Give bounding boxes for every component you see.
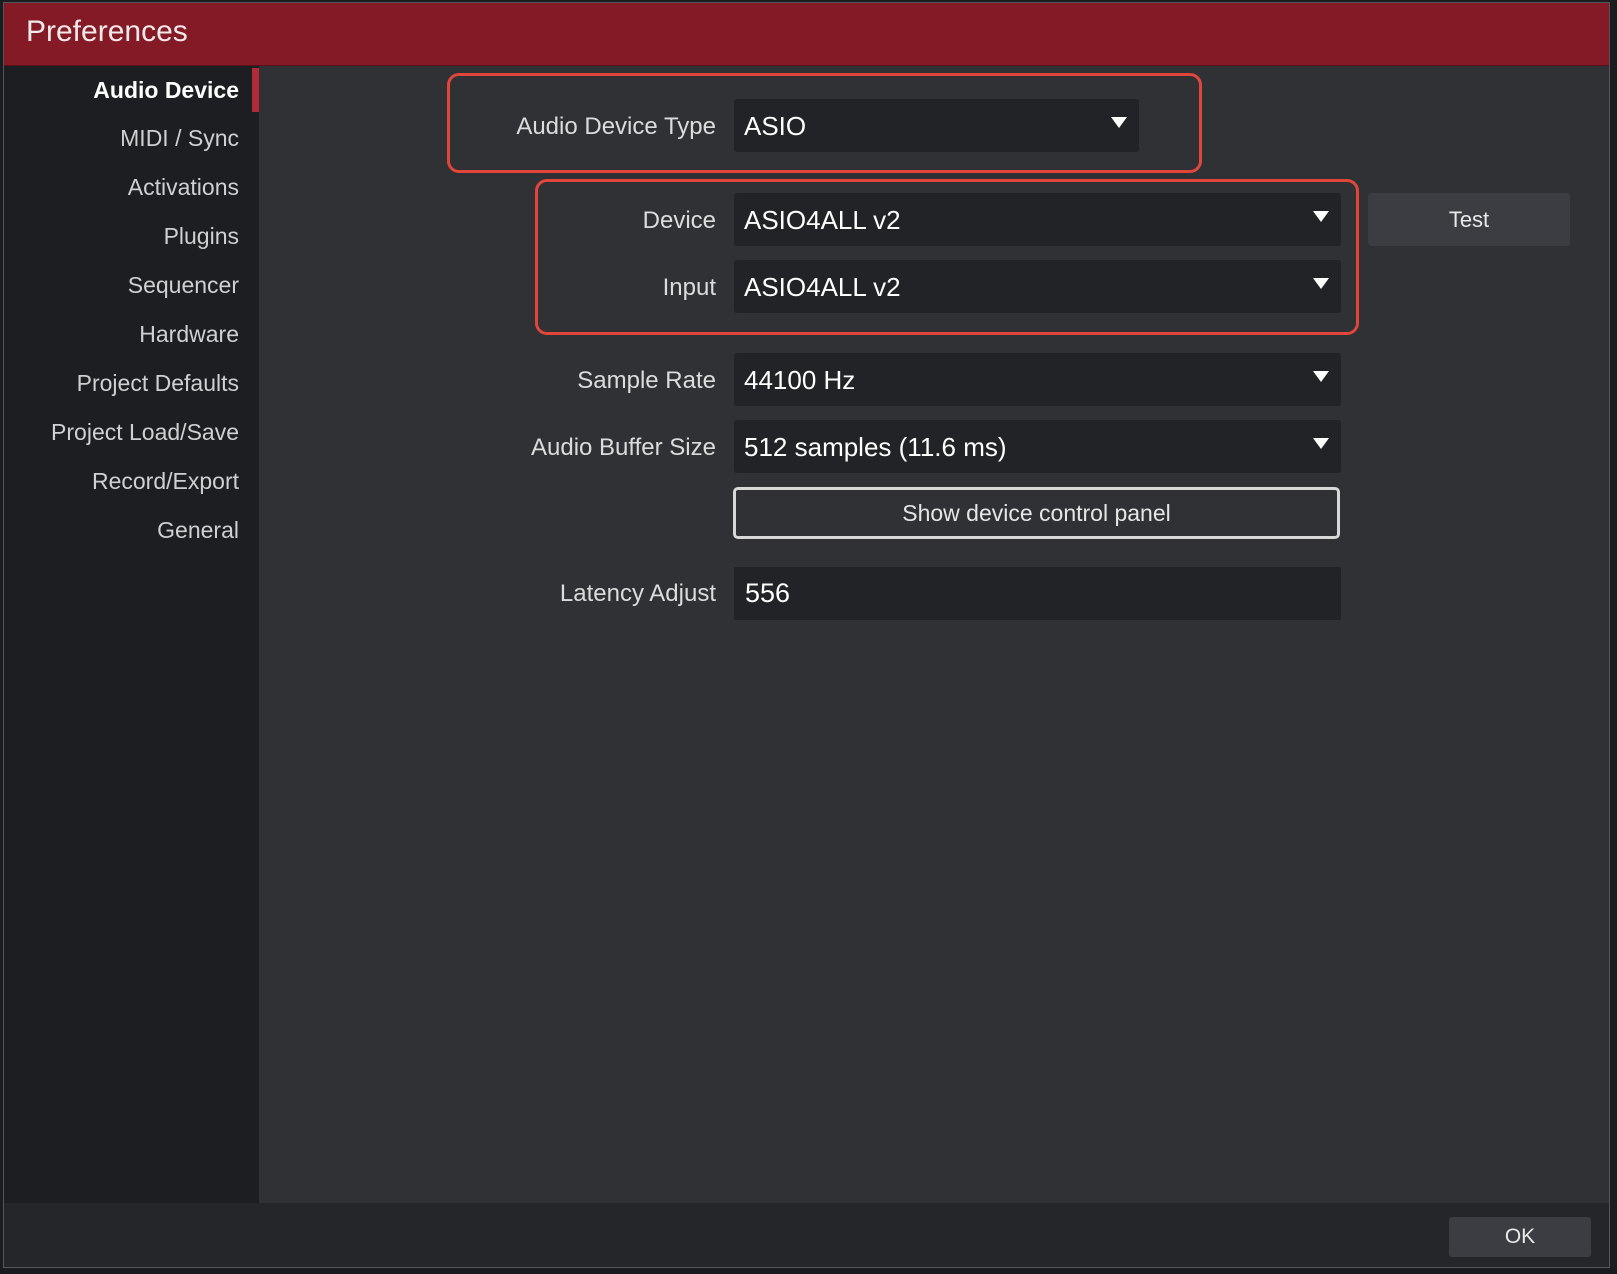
preferences-window: Preferences Audio Device MIDI / Sync Act… [3, 2, 1610, 1268]
sidebar-item-plugins[interactable]: Plugins [9, 216, 239, 256]
sample-rate-value: 44100 Hz [744, 365, 856, 395]
title-bar[interactable]: Preferences [4, 3, 1609, 66]
sample-rate-label: Sample Rate [577, 367, 716, 394]
chevron-down-icon [1313, 438, 1329, 449]
ok-button[interactable]: OK [1449, 1217, 1591, 1257]
sidebar-item-activations[interactable]: Activations [9, 167, 239, 207]
chevron-down-icon [1111, 117, 1127, 128]
test-button[interactable]: Test [1368, 193, 1570, 246]
sidebar-item-general[interactable]: General [9, 510, 239, 550]
chevron-down-icon [1313, 371, 1329, 382]
show-device-control-panel-button[interactable]: Show device control panel [733, 487, 1340, 539]
audio-device-type-select[interactable]: ASIO [734, 99, 1139, 152]
latency-adjust-input[interactable]: 556 [734, 567, 1341, 620]
buffer-size-label: Audio Buffer Size [530, 434, 716, 461]
sidebar-item-record-export[interactable]: Record/Export [9, 461, 239, 501]
buffer-size-value: 512 samples (11.6 ms) [744, 432, 1007, 462]
chevron-down-icon [1313, 211, 1329, 222]
active-indicator [252, 68, 259, 112]
buffer-size-select[interactable]: 512 samples (11.6 ms) [734, 420, 1341, 473]
latency-adjust-label: Latency Adjust [559, 580, 716, 607]
sample-rate-select[interactable]: 44100 Hz [734, 353, 1341, 406]
window-title: Preferences [26, 15, 188, 48]
input-select[interactable]: ASIO4ALL v2 [734, 260, 1341, 313]
sidebar-item-project-load-save[interactable]: Project Load/Save [9, 412, 239, 452]
chevron-down-icon [1313, 278, 1329, 289]
sidebar-item-hardware[interactable]: Hardware [9, 314, 239, 354]
device-value: ASIO4ALL v2 [744, 205, 901, 235]
footer-bar: OK [4, 1203, 1609, 1267]
sidebar-item-audio-device[interactable]: Audio Device [9, 70, 239, 110]
sidebar-item-midi-sync[interactable]: MIDI / Sync [9, 118, 239, 158]
audio-device-type-value: ASIO [744, 111, 807, 141]
sidebar-item-sequencer[interactable]: Sequencer [9, 265, 239, 305]
sidebar-item-project-defaults[interactable]: Project Defaults [9, 363, 239, 403]
sidebar: Audio Device MIDI / Sync Activations Plu… [4, 66, 259, 1203]
device-label: Device [642, 207, 716, 234]
device-select[interactable]: ASIO4ALL v2 [734, 193, 1341, 246]
audio-device-type-label: Audio Device Type [516, 113, 716, 140]
input-label: Input [662, 274, 716, 301]
input-value: ASIO4ALL v2 [744, 272, 901, 302]
